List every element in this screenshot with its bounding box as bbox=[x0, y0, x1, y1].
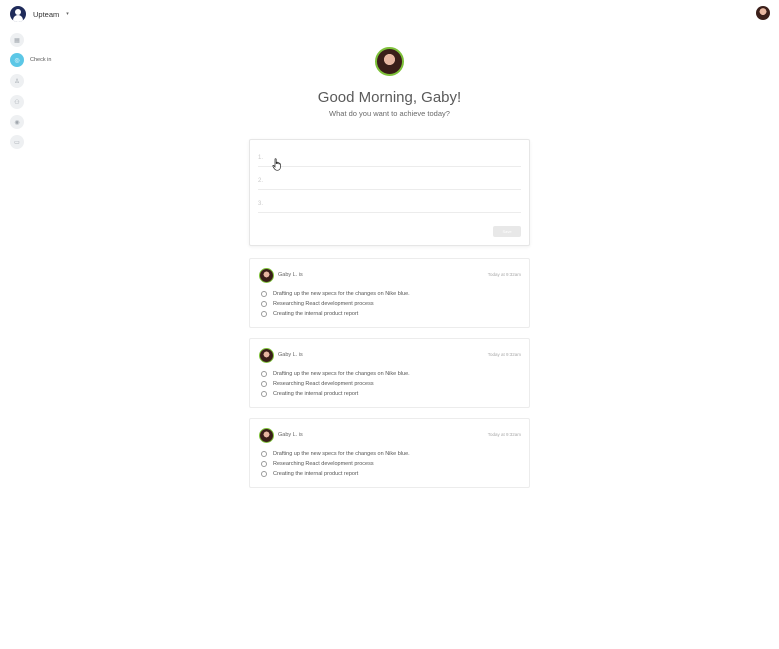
author-name: Gaby L. is bbox=[278, 272, 303, 278]
page-title: Good Morning, Gaby! bbox=[317, 89, 462, 106]
goal-number: 3. bbox=[258, 201, 264, 207]
avatar bbox=[259, 348, 274, 363]
sidebar-item-profile[interactable]: ♙ bbox=[10, 74, 24, 88]
avatar bbox=[259, 428, 274, 443]
user-avatar[interactable] bbox=[756, 6, 770, 20]
goal-row: 1. bbox=[258, 145, 521, 167]
sidebar-item-billing[interactable]: ▭ bbox=[10, 135, 24, 149]
save-button[interactable]: Save bbox=[493, 226, 521, 237]
task-text: Creating the internal product report bbox=[273, 471, 359, 477]
task-text: Researching React development process bbox=[273, 381, 374, 387]
task-checkbox[interactable] bbox=[261, 381, 267, 387]
goal-input-1[interactable] bbox=[268, 151, 518, 165]
task-item: Drafting up the new specs for the change… bbox=[261, 291, 410, 297]
goal-row: 2. bbox=[258, 168, 521, 190]
goal-number: 2. bbox=[258, 178, 264, 184]
task-item: Researching React development process bbox=[261, 461, 374, 467]
checkin-card: Gaby L. is Today at 9:32am Drafting up t… bbox=[249, 418, 530, 488]
grid-icon: ▦ bbox=[10, 33, 24, 47]
checkin-card: Gaby L. is Today at 9:32am Drafting up t… bbox=[249, 338, 530, 408]
task-item: Researching React development process bbox=[261, 301, 374, 307]
goal-input-3[interactable] bbox=[268, 197, 518, 211]
avatar bbox=[259, 268, 274, 283]
task-text: Drafting up the new specs for the change… bbox=[273, 451, 410, 457]
task-checkbox[interactable] bbox=[261, 451, 267, 457]
goal-input-2[interactable] bbox=[268, 174, 518, 188]
goal-row: 3. bbox=[258, 191, 521, 213]
hand-cursor-icon bbox=[272, 158, 281, 171]
workspace-switcher[interactable]: Upteam ▾ bbox=[10, 6, 69, 22]
task-item: Creating the internal product report bbox=[261, 471, 358, 477]
check-in-icon: ◎ bbox=[10, 53, 24, 67]
workspace-name: Upteam bbox=[33, 9, 60, 19]
task-checkbox[interactable] bbox=[261, 291, 267, 297]
workspace-logo-icon bbox=[10, 6, 26, 22]
task-checkbox[interactable] bbox=[261, 371, 267, 377]
person-icon: ♙ bbox=[10, 74, 24, 88]
task-text: Drafting up the new specs for the change… bbox=[273, 291, 410, 297]
author-name: Gaby L. is bbox=[278, 352, 303, 358]
page-subtitle: What do you want to achieve today? bbox=[329, 109, 450, 118]
task-item: Researching React development process bbox=[261, 381, 374, 387]
task-checkbox[interactable] bbox=[261, 311, 267, 317]
author-name: Gaby L. is bbox=[278, 432, 303, 438]
task-text: Researching React development process bbox=[273, 461, 374, 467]
task-checkbox[interactable] bbox=[261, 471, 267, 477]
sidebar-item-dashboard[interactable]: ▦ bbox=[10, 33, 24, 47]
goal-form: 1. 2. 3. Save bbox=[249, 139, 530, 246]
timestamp: Today at 9:32am bbox=[487, 352, 521, 357]
goal-number: 1. bbox=[258, 155, 264, 161]
task-checkbox[interactable] bbox=[261, 461, 267, 467]
task-checkbox[interactable] bbox=[261, 391, 267, 397]
timestamp: Today at 9:32am bbox=[487, 432, 521, 437]
chevron-down-icon: ▾ bbox=[66, 11, 69, 17]
task-text: Researching React development process bbox=[273, 301, 374, 307]
task-item: Creating the internal product report bbox=[261, 391, 358, 397]
task-text: Creating the internal product report bbox=[273, 391, 359, 397]
task-text: Creating the internal product report bbox=[273, 311, 359, 317]
profile-avatar bbox=[375, 47, 404, 76]
timestamp: Today at 9:32am bbox=[487, 272, 521, 277]
task-item: Creating the internal product report bbox=[261, 311, 358, 317]
task-item: Drafting up the new specs for the change… bbox=[261, 371, 410, 377]
task-checkbox[interactable] bbox=[261, 301, 267, 307]
checkin-card: Gaby L. is Today at 9:32am Drafting up t… bbox=[249, 258, 530, 328]
card-icon: ▭ bbox=[10, 135, 24, 149]
sidebar-item-label: Check in bbox=[30, 57, 52, 63]
task-text: Drafting up the new specs for the change… bbox=[273, 371, 410, 377]
task-item: Drafting up the new specs for the change… bbox=[261, 451, 410, 457]
top-bar: Upteam ▾ bbox=[0, 0, 779, 28]
sidebar-item-check-in[interactable]: ◎ Check in bbox=[10, 53, 51, 67]
